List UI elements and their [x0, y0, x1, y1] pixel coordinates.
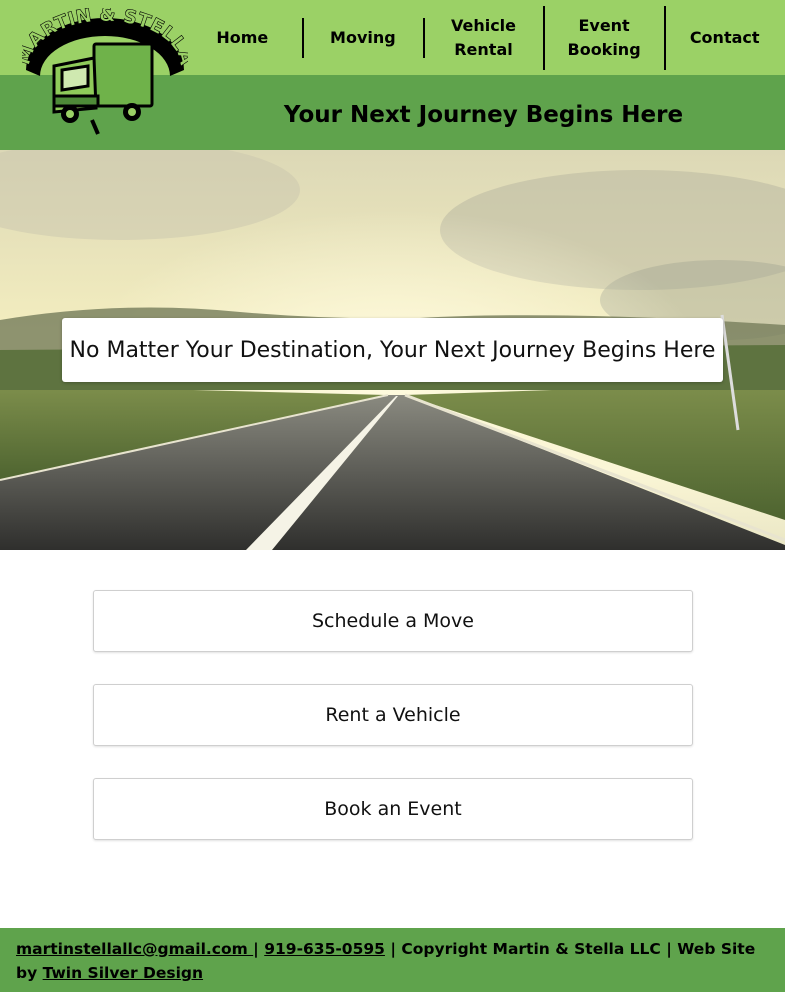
nav-item-moving[interactable]: Moving	[303, 0, 424, 75]
main-nav: Home Moving Vehicle Rental Event Booking C…	[182, 0, 785, 75]
hero-caption: No Matter Your Destination, Your Next Jo…	[62, 318, 723, 382]
page-tagline: Your Next Journey Begins Here	[283, 102, 684, 128]
nav-divider	[423, 18, 425, 58]
nav-divider	[664, 6, 666, 70]
logo[interactable]: MARTIN & STELLA	[12, 4, 198, 140]
email-link[interactable]: martinstellallc@gmail.com	[16, 940, 253, 958]
footer: martinstellallc@gmail.com | 919-635-0595…	[0, 928, 785, 992]
nav-divider	[302, 18, 304, 58]
book-event-button[interactable]: Book an Event	[93, 778, 693, 840]
nav-item-event-booking[interactable]: Event Booking	[544, 0, 665, 75]
nav-item-home[interactable]: Home	[182, 0, 303, 75]
phone-link[interactable]: 919-635-0595	[264, 940, 385, 958]
nav-label: Home	[216, 27, 269, 47]
nav-label-line1: Event	[578, 15, 630, 35]
nav-divider	[543, 6, 545, 70]
footer-separator: |	[253, 940, 265, 958]
nav-label-line2: Booking	[567, 39, 641, 59]
truck-icon: MARTIN & STELLA	[12, 4, 198, 135]
nav-label-line2: Rental	[454, 39, 513, 59]
nav-item-vehicle-rental[interactable]: Vehicle Rental	[423, 0, 544, 75]
designer-link[interactable]: Twin Silver Design	[43, 964, 203, 982]
rent-vehicle-button[interactable]: Rent a Vehicle	[93, 684, 693, 746]
nav-item-contact[interactable]: Contact	[664, 0, 785, 75]
hero-image: No Matter Your Destination, Your Next Jo…	[0, 150, 785, 550]
schedule-move-button[interactable]: Schedule a Move	[93, 590, 693, 652]
nav-label: Moving	[330, 27, 396, 47]
nav-label: Contact	[689, 27, 760, 47]
nav-label-line1: Vehicle	[450, 15, 517, 35]
